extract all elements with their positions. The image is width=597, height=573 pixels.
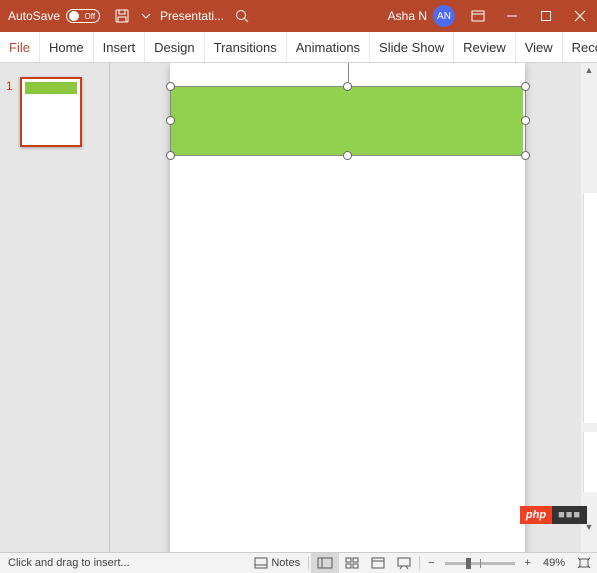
resize-handle-n[interactable] <box>343 82 352 91</box>
slide-canvas-area[interactable]: ▲ ▼ php ■■■ <box>110 63 597 552</box>
title-bar: AutoSave Off Presentati... Asha N AN <box>0 0 597 32</box>
right-pane-sliver-2 <box>583 432 597 492</box>
status-bar: Click and drag to insert... Notes − + 49… <box>0 552 597 573</box>
tab-view[interactable]: View <box>516 32 563 62</box>
tab-insert[interactable]: Insert <box>94 32 146 62</box>
user-account[interactable]: Asha N AN <box>388 5 455 27</box>
thumbnail-row[interactable]: 1 <box>0 77 109 147</box>
resize-handle-ne[interactable] <box>521 82 530 91</box>
tab-design[interactable]: Design <box>145 32 204 62</box>
scroll-corner <box>581 534 597 552</box>
close-button[interactable] <box>563 0 597 32</box>
slide-thumbnails-panel[interactable]: 1 <box>0 63 110 552</box>
maximize-button[interactable] <box>529 0 563 32</box>
autosave-state: Off <box>85 12 96 21</box>
slide-sorter-view-button[interactable] <box>339 553 365 573</box>
search-icon[interactable] <box>234 8 250 24</box>
resize-handle-s[interactable] <box>343 151 352 160</box>
tab-review[interactable]: Review <box>454 32 516 62</box>
autosave-toggle[interactable]: Off <box>66 9 100 23</box>
resize-handle-nw[interactable] <box>166 82 175 91</box>
zoom-level[interactable]: 49% <box>537 553 571 573</box>
minimize-button[interactable] <box>495 0 529 32</box>
tab-file[interactable]: File <box>0 32 40 62</box>
tab-transitions[interactable]: Transitions <box>205 32 287 62</box>
divider <box>419 556 420 570</box>
main-area: 1 ▲ ▼ php <box>0 63 597 552</box>
thumbnail-shape <box>25 82 77 94</box>
rectangle-shape[interactable] <box>171 87 523 155</box>
tab-animations[interactable]: Animations <box>287 32 370 62</box>
avatar: AN <box>433 5 455 27</box>
autosave-control[interactable]: AutoSave Off <box>0 9 108 23</box>
ribbon-tabs: File Home Insert Design Transitions Anim… <box>0 32 597 63</box>
slide-number: 1 <box>6 77 20 147</box>
watermark-left: php <box>520 506 552 524</box>
zoom-in-button[interactable]: + <box>519 553 537 573</box>
right-pane-sliver <box>583 193 597 423</box>
watermark: php ■■■ <box>520 506 587 524</box>
resize-handle-w[interactable] <box>166 116 175 125</box>
fit-to-window-button[interactable] <box>571 553 597 573</box>
qat-overflow-icon[interactable] <box>136 11 156 21</box>
tab-slideshow[interactable]: Slide Show <box>370 32 454 62</box>
ribbon-display-options-icon[interactable] <box>461 0 495 32</box>
resize-handle-sw[interactable] <box>166 151 175 160</box>
save-icon[interactable] <box>114 8 130 24</box>
zoom-slider[interactable] <box>445 562 515 565</box>
divider <box>308 556 309 570</box>
tab-home[interactable]: Home <box>40 32 94 62</box>
resize-handle-e[interactable] <box>521 116 530 125</box>
notes-label: Notes <box>271 557 300 569</box>
notes-button[interactable]: Notes <box>248 553 306 573</box>
normal-view-button[interactable] <box>311 553 339 573</box>
watermark-right: ■■■ <box>552 506 587 524</box>
tab-recording[interactable]: Recordi <box>563 32 597 62</box>
user-name: Asha N <box>388 9 427 23</box>
slide-thumbnail[interactable] <box>20 77 82 147</box>
toggle-knob <box>69 11 79 21</box>
zoom-slider-center <box>480 559 481 568</box>
status-message: Click and drag to insert... <box>0 557 138 569</box>
autosave-label: AutoSave <box>8 9 60 23</box>
slide[interactable] <box>170 63 525 552</box>
reading-view-button[interactable] <box>365 553 391 573</box>
zoom-out-button[interactable]: − <box>422 553 440 573</box>
zoom-slider-knob[interactable] <box>466 558 471 569</box>
slideshow-view-button[interactable] <box>391 553 417 573</box>
document-title: Presentati... <box>160 9 224 23</box>
scroll-up-icon[interactable]: ▲ <box>581 63 597 77</box>
resize-handle-se[interactable] <box>521 151 530 160</box>
